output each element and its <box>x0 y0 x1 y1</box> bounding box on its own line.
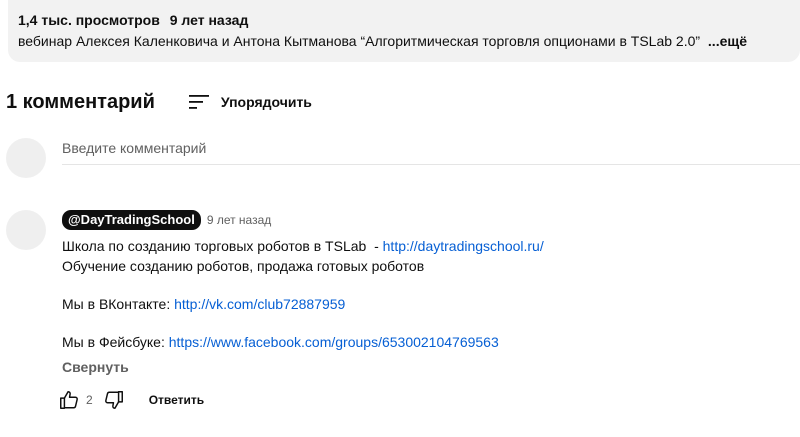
upload-age: 9 лет назад <box>169 12 249 28</box>
comment-line-4-text: Мы в Фейсбуке: <box>62 334 169 350</box>
thumb-up-icon[interactable] <box>58 389 80 411</box>
video-description[interactable]: 1,4 тыс. просмотров 9 лет назад вебинар … <box>8 0 800 62</box>
daytradingschool-link[interactable]: http://daytradingschool.ru/ <box>383 238 544 254</box>
comment-line-1: Школа по созданию торговых роботов в TSL… <box>62 236 792 256</box>
sort-icon <box>188 95 209 109</box>
like-count: 2 <box>86 393 93 407</box>
comment-body: Школа по созданию торговых роботов в TSL… <box>62 236 792 352</box>
comment-line-4: Мы в Фейсбуке: https://www.facebook.com/… <box>62 332 792 352</box>
comments-header: 1 комментарий Упорядочить <box>6 88 312 116</box>
comment-header: @DayTradingSchool 9 лет назад <box>62 210 792 230</box>
show-more-button[interactable]: ...ещё <box>708 33 747 49</box>
comment-line-3: Мы в ВКонтакте: http://vk.com/club728879… <box>62 294 792 314</box>
comment-input[interactable] <box>62 140 800 156</box>
collapse-button[interactable]: Свернуть <box>62 359 792 375</box>
comment-author[interactable]: @DayTradingSchool <box>62 210 201 230</box>
comments-count: 1 комментарий <box>6 90 155 113</box>
sort-button[interactable]: Упорядочить <box>188 93 312 111</box>
thumb-down-icon[interactable] <box>103 389 125 411</box>
comment-author-avatar[interactable] <box>6 210 46 250</box>
vk-link[interactable]: http://vk.com/club72887959 <box>174 296 345 312</box>
comment-time[interactable]: 9 лет назад <box>207 213 271 227</box>
description-snippet: вебинар Алексея Каленковича и Антона Кыт… <box>18 33 701 49</box>
comment: @DayTradingSchool 9 лет назад Школа по с… <box>62 210 792 375</box>
comment-line-2: Обучение созданию роботов, продажа готов… <box>62 258 425 274</box>
description-meta: 1,4 тыс. просмотров 9 лет назад <box>18 10 800 30</box>
current-user-avatar <box>6 138 46 178</box>
sort-label: Упорядочить <box>220 94 312 110</box>
view-count: 1,4 тыс. просмотров <box>18 12 160 28</box>
facebook-link[interactable]: https://www.facebook.com/groups/65300210… <box>169 334 499 350</box>
description-text: вебинар Алексея Каленковича и Антона Кыт… <box>18 31 800 51</box>
comment-line-1-text: Школа по созданию торговых роботов в TSL… <box>62 238 383 254</box>
comment-input-row[interactable] <box>62 138 800 165</box>
comment-actions: 2 Ответить <box>58 388 204 412</box>
reply-button[interactable]: Ответить <box>149 393 204 407</box>
comment-line-3-text: Мы в ВКонтакте: <box>62 296 175 312</box>
